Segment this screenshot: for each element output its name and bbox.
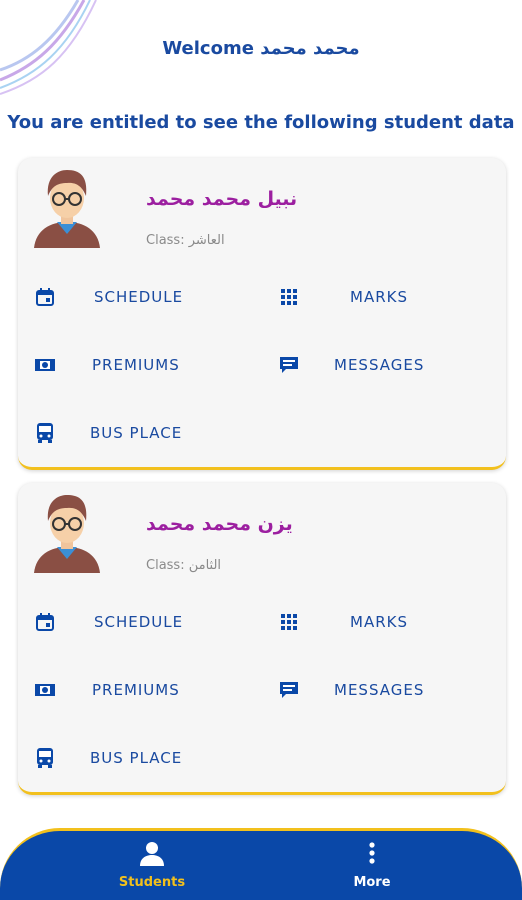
student-class: Class: الثامن	[146, 558, 222, 573]
grid-icon	[278, 611, 300, 633]
calendar-icon	[34, 286, 56, 308]
messages-label: MESSAGES	[334, 681, 425, 699]
bottom-navigation: Students More	[0, 828, 522, 900]
student-avatar-icon	[34, 170, 100, 248]
bus-place-button[interactable]: BUS PLACE	[34, 747, 182, 769]
schedule-label: SCHEDULE	[94, 288, 184, 306]
chat-icon	[278, 679, 300, 701]
messages-label: MESSAGES	[334, 356, 425, 374]
messages-button[interactable]: MESSAGES	[278, 354, 424, 376]
messages-button[interactable]: MESSAGES	[278, 679, 424, 701]
page-subtitle: You are entitled to see the following st…	[7, 112, 515, 133]
student-name: نبيل محمد محمد	[146, 188, 298, 210]
welcome-title: Welcome محمد محمد	[162, 38, 360, 59]
calendar-icon	[34, 611, 56, 633]
schedule-button[interactable]: SCHEDULE	[34, 611, 183, 633]
bus-place-label: BUS PLACE	[90, 749, 183, 767]
student-card: نبيل محمد محمد Class: العاشر SCHEDULE MA…	[18, 158, 506, 470]
student-card: يزن محمد محمد Class: الثامن SCHEDULE MAR…	[18, 483, 506, 795]
premiums-label: PREMIUMS	[92, 681, 180, 699]
bus-icon	[34, 422, 56, 444]
marks-label: MARKS	[350, 613, 408, 631]
student-name: يزن محمد محمد	[146, 513, 293, 535]
marks-label: MARKS	[350, 288, 408, 306]
money-icon	[34, 679, 56, 701]
bus-icon	[34, 747, 56, 769]
nav-more-label: More	[353, 875, 391, 890]
student-class: Class: العاشر	[146, 233, 225, 248]
premiums-button[interactable]: PREMIUMS	[34, 354, 180, 376]
nav-students[interactable]: Students	[92, 841, 212, 890]
money-icon	[34, 354, 56, 376]
grid-icon	[278, 286, 300, 308]
premiums-button[interactable]: PREMIUMS	[34, 679, 180, 701]
nav-students-label: Students	[118, 875, 186, 890]
schedule-button[interactable]: SCHEDULE	[34, 286, 183, 308]
schedule-label: SCHEDULE	[94, 613, 184, 631]
marks-button[interactable]: MARKS	[278, 286, 408, 308]
student-avatar-icon	[34, 495, 100, 573]
bus-place-label: BUS PLACE	[90, 424, 183, 442]
more-vertical-icon	[369, 842, 375, 864]
person-icon	[140, 842, 164, 866]
bus-place-button[interactable]: BUS PLACE	[34, 422, 182, 444]
nav-more[interactable]: More	[312, 841, 432, 890]
premiums-label: PREMIUMS	[92, 356, 180, 374]
marks-button[interactable]: MARKS	[278, 611, 408, 633]
chat-icon	[278, 354, 300, 376]
